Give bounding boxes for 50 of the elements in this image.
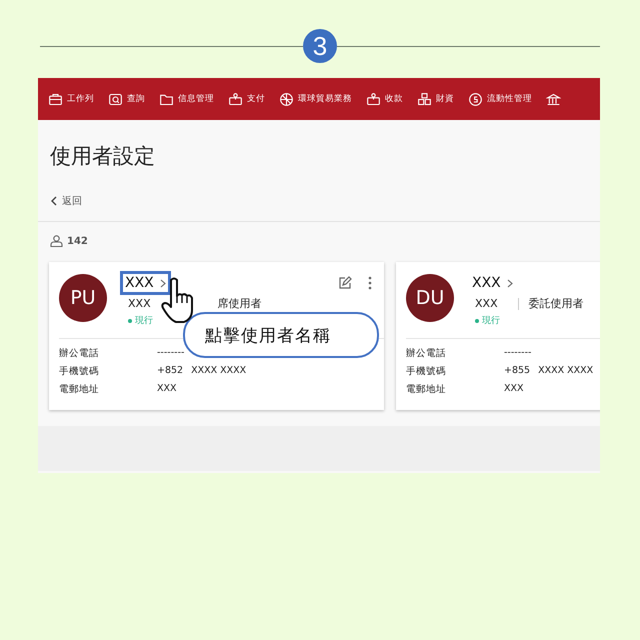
user-role: 席使用者 (218, 296, 262, 311)
avatar: PU (59, 274, 107, 322)
coin-icon (468, 92, 483, 106)
briefcase-icon (48, 92, 63, 106)
nav-item[interactable]: 流動性管理 (487, 93, 532, 105)
bank-icon (546, 92, 561, 106)
login-id: XXX (128, 297, 151, 310)
login-id: XXX (475, 297, 498, 310)
nav-item[interactable]: 信息管理 (178, 93, 214, 105)
step-number: 3 (303, 29, 337, 63)
field-value: XXX (157, 383, 177, 396)
chevron-icon[interactable] (160, 278, 166, 288)
field-label: 電郵地址 (406, 383, 447, 396)
back-link[interactable]: 返回 (62, 194, 82, 208)
chevron-icon[interactable] (506, 278, 513, 288)
field-label: 辦公電話 (406, 347, 447, 360)
field-value: -------- (504, 347, 532, 360)
more-icon[interactable] (368, 276, 372, 290)
search-icon (108, 92, 123, 106)
field-value: XXXX XXXX (538, 365, 594, 378)
pay-icon (228, 92, 243, 106)
avatar: DU (406, 274, 454, 322)
user-role: 委託使用者 (528, 296, 584, 311)
callout-bubble: 點擊使用者名稱 (183, 312, 379, 358)
nav-item[interactable]: 工作列 (67, 93, 94, 105)
user-icon (50, 235, 63, 247)
country-code: +852 (157, 365, 184, 378)
globe-icon (279, 92, 294, 106)
nav-item[interactable]: 環球貿易業務 (298, 93, 352, 105)
status-label: 現行 (135, 315, 153, 327)
field-value: -------- (157, 347, 184, 360)
nav-item[interactable]: 查詢 (127, 93, 145, 105)
back-chevron-icon[interactable] (50, 196, 57, 206)
field-label: 電郵地址 (59, 383, 100, 396)
status-label: 現行 (482, 315, 500, 327)
blocks-icon (417, 92, 432, 106)
page-title: 使用者設定 (49, 143, 156, 170)
edit-icon[interactable] (338, 276, 352, 290)
field-value: XXXX XXXX (191, 365, 246, 378)
field-label: 手機號碼 (59, 365, 100, 378)
nav-item[interactable]: 支付 (247, 93, 265, 105)
nav-item[interactable]: 財資 (436, 93, 454, 105)
user-count: 142 (67, 236, 88, 246)
field-value: XXX (504, 383, 524, 396)
country-code: +855 (504, 365, 530, 378)
field-label: 手機號碼 (406, 365, 447, 378)
field-label: 辦公電話 (59, 347, 100, 360)
nav-item[interactable]: 收款 (385, 93, 403, 105)
pay-icon (366, 92, 381, 106)
user-name-link[interactable]: XXX (467, 271, 518, 295)
